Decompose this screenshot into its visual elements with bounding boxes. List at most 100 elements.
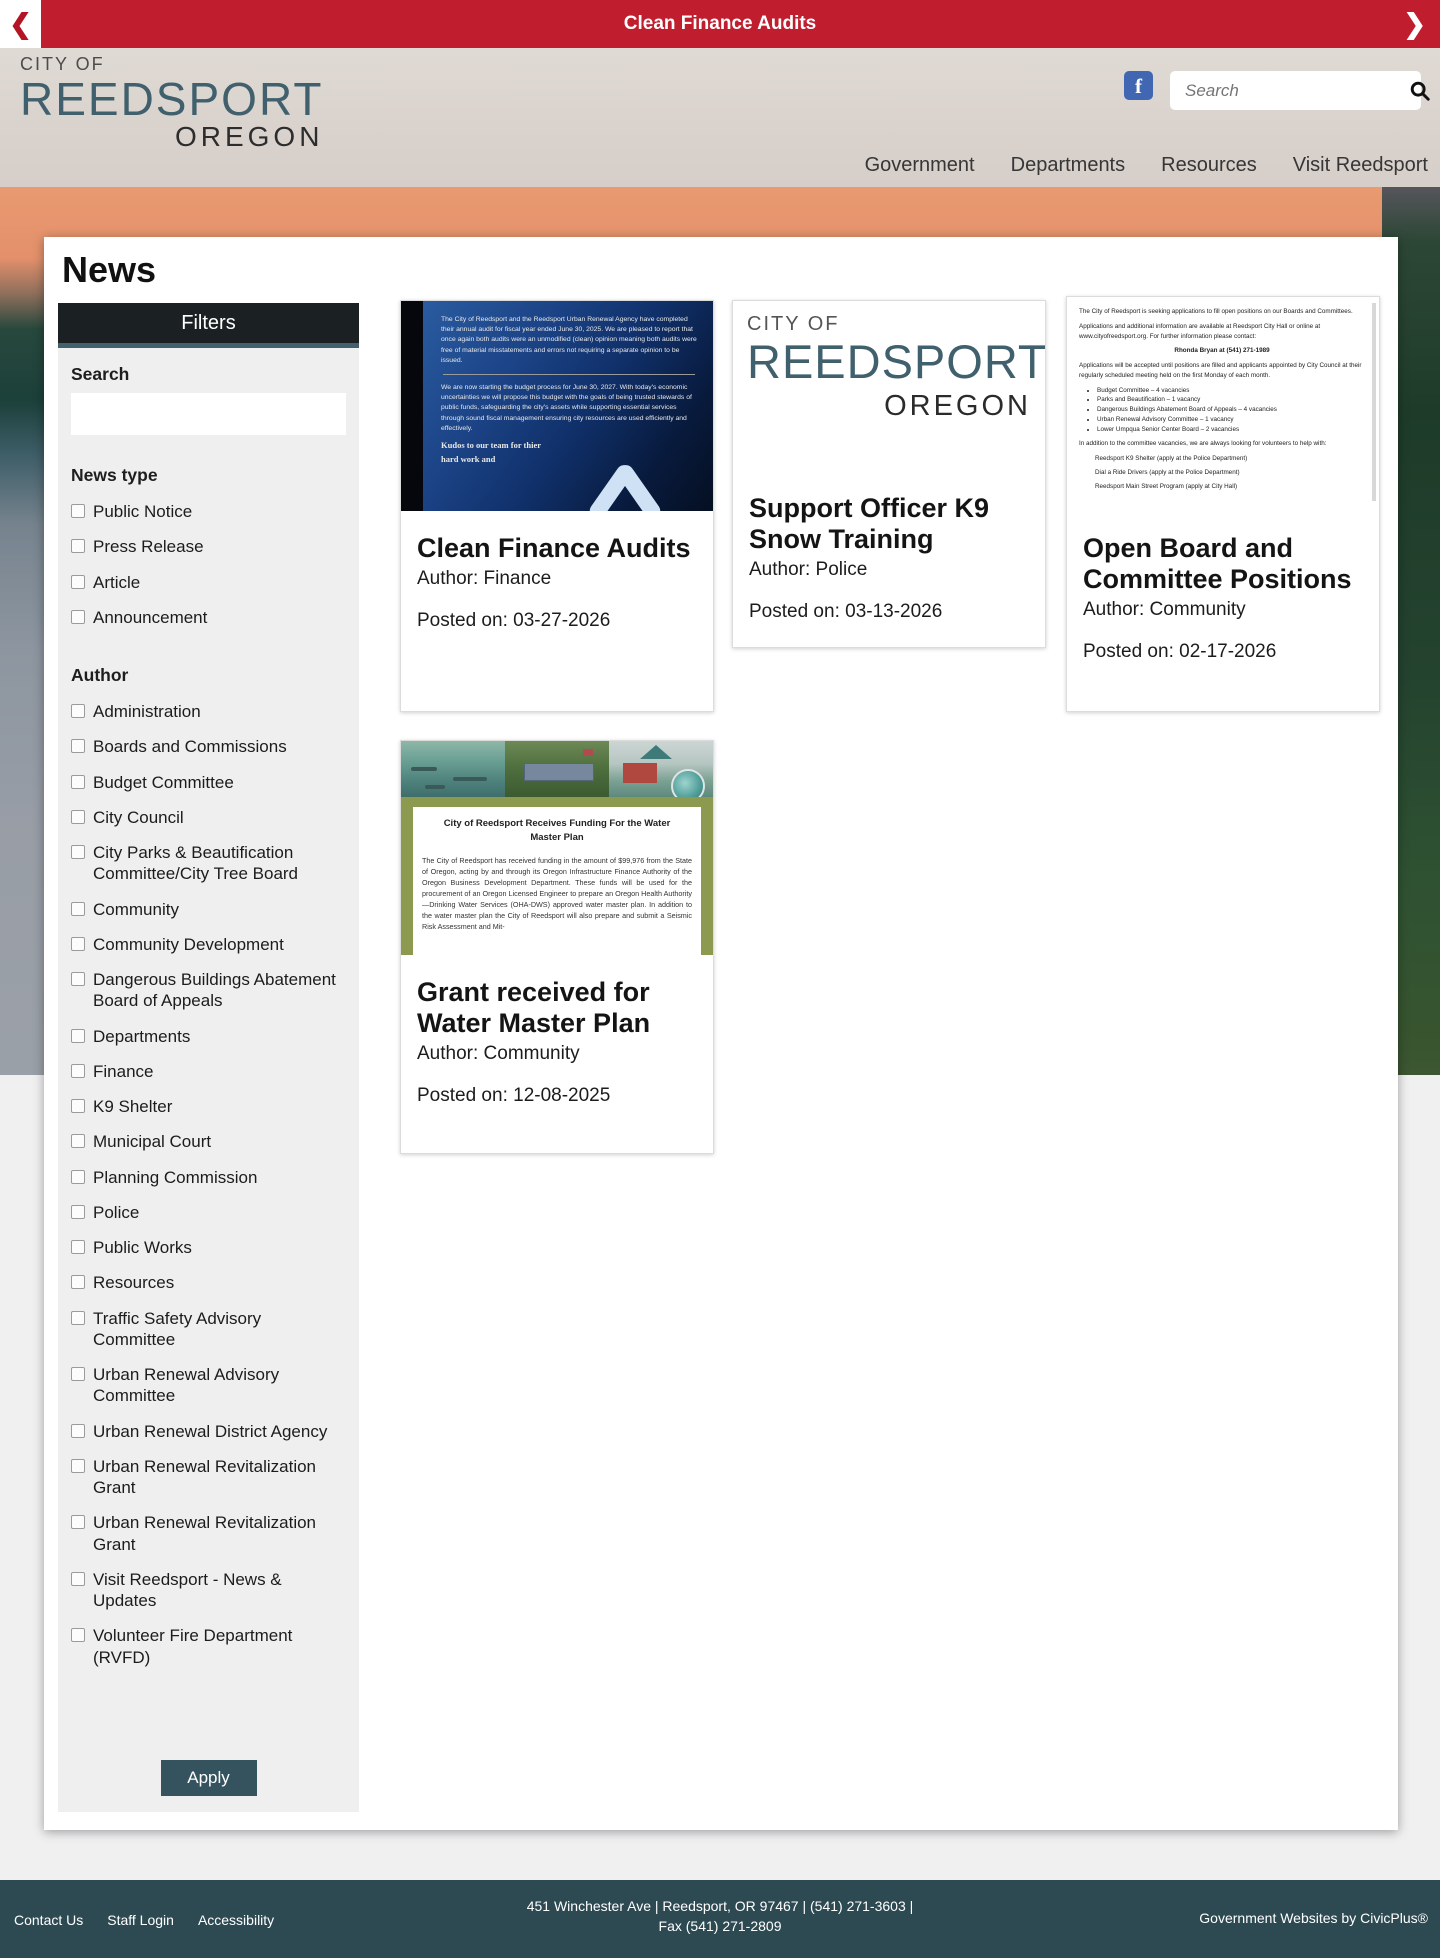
banner-prev-button[interactable]: ❮: [0, 0, 41, 48]
author-option[interactable]: Municipal Court: [71, 1124, 346, 1159]
facebook-icon[interactable]: f: [1124, 71, 1153, 100]
author-option[interactable]: Public Works: [71, 1230, 346, 1265]
checkbox-icon[interactable]: [71, 1063, 85, 1078]
filters-header: Filters: [58, 303, 359, 348]
checkbox-icon[interactable]: [71, 936, 85, 951]
checkbox-icon[interactable]: [71, 1515, 85, 1530]
checkbox-icon[interactable]: [71, 1028, 85, 1043]
doc-contact: Rhonda Bryan at (541) 271-1989: [1174, 347, 1270, 355]
checkbox-icon[interactable]: [71, 901, 85, 916]
author-option[interactable]: Dangerous Buildings Abatement Board of A…: [71, 962, 346, 1019]
checkbox-icon[interactable]: [71, 1204, 85, 1219]
author-option[interactable]: Departments: [71, 1019, 346, 1054]
site-search-input[interactable]: [1170, 80, 1409, 101]
news-type-option[interactable]: Public Notice: [71, 494, 346, 529]
apply-button[interactable]: Apply: [160, 1760, 257, 1796]
footer-accessibility[interactable]: Accessibility: [198, 1912, 274, 1928]
checkbox-icon[interactable]: [71, 539, 85, 554]
author-option[interactable]: Community: [71, 892, 346, 927]
nav-departments[interactable]: Departments: [1011, 154, 1126, 177]
news-card-image: CITY OF REEDSPORT OREGON: [733, 301, 1045, 471]
search-button[interactable]: [1409, 71, 1431, 110]
page-title: News: [62, 249, 157, 290]
checkbox-icon[interactable]: [71, 704, 85, 718]
nav-visit-reedsport[interactable]: Visit Reedsport: [1293, 154, 1428, 177]
flyer-paragraph: We are now starting the budget process f…: [441, 383, 692, 432]
news-type-option[interactable]: Announcement: [71, 600, 346, 635]
checkbox-icon[interactable]: [71, 809, 85, 824]
doc-paragraph: The City of Reedsport is seeking applica…: [1079, 308, 1353, 315]
photo-collage: [401, 741, 713, 797]
checkbox-icon[interactable]: [71, 1628, 85, 1643]
checkbox-icon[interactable]: [71, 972, 85, 986]
author-option[interactable]: Volunteer Fire Department (RVFD): [71, 1618, 346, 1675]
news-card[interactable]: CITY OF REEDSPORT OREGON Support Officer…: [732, 300, 1046, 648]
news-card-posted: Posted on: 02-17-2026: [1083, 641, 1277, 663]
site-header: CITY OF REEDSPORT OREGON f Government De…: [0, 48, 1440, 187]
filters-sidebar: Filters Search News type Public Notice P…: [58, 303, 359, 1812]
checkbox-icon[interactable]: [71, 609, 85, 624]
author-option[interactable]: Finance: [71, 1054, 346, 1089]
news-card-body: Grant received for Water Master Plan Aut…: [401, 955, 713, 1113]
banner-next-button[interactable]: ❯: [1395, 0, 1434, 48]
checkbox-icon[interactable]: [71, 1367, 85, 1381]
news-card-title[interactable]: Open Board and Committee Positions: [1083, 533, 1363, 595]
filter-search-input[interactable]: [71, 393, 346, 435]
author-option[interactable]: City Parks & Beautification Committee/Ci…: [71, 835, 346, 892]
doc-paragraph: Applications and additional information …: [1079, 322, 1321, 340]
news-type-option[interactable]: Press Release: [71, 529, 346, 564]
author-option[interactable]: Resources: [71, 1265, 346, 1300]
checkbox-icon[interactable]: [71, 1458, 85, 1473]
checkbox-icon[interactable]: [71, 1099, 85, 1113]
image-logo-oregon: OREGON: [884, 389, 1031, 422]
author-option[interactable]: City Council: [71, 800, 346, 835]
footer-credit[interactable]: Government Websites by CivicPlus®: [1199, 1910, 1428, 1926]
doc-volunteer-line: Reedsport K9 Shelter (apply at the Polic…: [1095, 455, 1248, 462]
author-option[interactable]: K9 Shelter: [71, 1089, 346, 1124]
footer-staff-login[interactable]: Staff Login: [107, 1912, 174, 1928]
chevron-left-icon: ❮: [9, 8, 32, 39]
checkbox-icon[interactable]: [71, 504, 85, 518]
author-option[interactable]: Boards and Commissions: [71, 729, 346, 764]
news-type-option[interactable]: Article: [71, 565, 346, 600]
checkbox-icon[interactable]: [71, 574, 85, 589]
banner-title[interactable]: Clean Finance Audits: [0, 0, 1440, 48]
news-card[interactable]: The City of Reedsport is seeking applica…: [1066, 296, 1380, 712]
author-option[interactable]: Urban Renewal Revitalization Grant: [71, 1449, 346, 1506]
author-option[interactable]: Community Development: [71, 927, 346, 962]
checkbox-icon[interactable]: [71, 1310, 85, 1325]
news-card-title[interactable]: Support Officer K9 Snow Training: [749, 493, 1029, 555]
nav-resources[interactable]: Resources: [1161, 154, 1257, 177]
author-option[interactable]: Urban Renewal Advisory Committee: [71, 1357, 346, 1414]
author-option[interactable]: Urban Renewal District Agency: [71, 1414, 346, 1449]
news-card[interactable]: The City of Reedsport and the Reedsport …: [400, 300, 714, 712]
news-card-body: Clean Finance Audits Author: Finance Pos…: [401, 511, 713, 638]
nav-government[interactable]: Government: [865, 154, 975, 177]
image-logo-reedsport: REEDSPORT: [747, 335, 1045, 388]
author-option[interactable]: Budget Committee: [71, 765, 346, 800]
author-option[interactable]: Administration: [71, 694, 346, 729]
author-option[interactable]: Visit Reedsport - News & Updates: [71, 1562, 346, 1619]
checkbox-icon[interactable]: [71, 1571, 85, 1586]
news-card[interactable]: City of Reedsport Receives Funding For t…: [400, 740, 714, 1154]
checkbox-icon[interactable]: [71, 1134, 85, 1149]
checkbox-icon[interactable]: [71, 739, 85, 754]
author-option[interactable]: Police: [71, 1195, 346, 1230]
checkbox-icon[interactable]: [71, 1240, 85, 1254]
news-card-posted: Posted on: 03-13-2026: [749, 601, 943, 623]
author-option[interactable]: Traffic Safety Advisory Committee: [71, 1301, 346, 1358]
playground-photo: [609, 741, 713, 797]
news-card-title[interactable]: Clean Finance Audits: [417, 533, 697, 564]
checkbox-icon[interactable]: [71, 1169, 85, 1184]
checkbox-icon[interactable]: [71, 774, 85, 789]
checkbox-icon[interactable]: [71, 1275, 85, 1290]
doc-vacancy-list: Budget Committee – 4 vacancies Parks and…: [1097, 386, 1365, 435]
checkbox-icon[interactable]: [71, 1423, 85, 1438]
footer-contact-us[interactable]: Contact Us: [14, 1912, 83, 1928]
site-logo[interactable]: CITY OF REEDSPORT OREGON: [20, 54, 323, 151]
author-option[interactable]: Planning Commission: [71, 1160, 346, 1195]
checkbox-icon[interactable]: [71, 845, 85, 859]
author-option[interactable]: Urban Renewal Revitalization Grant: [71, 1505, 346, 1562]
finance-flyer: The City of Reedsport and the Reedsport …: [423, 301, 713, 511]
news-card-title[interactable]: Grant received for Water Master Plan: [417, 977, 697, 1039]
